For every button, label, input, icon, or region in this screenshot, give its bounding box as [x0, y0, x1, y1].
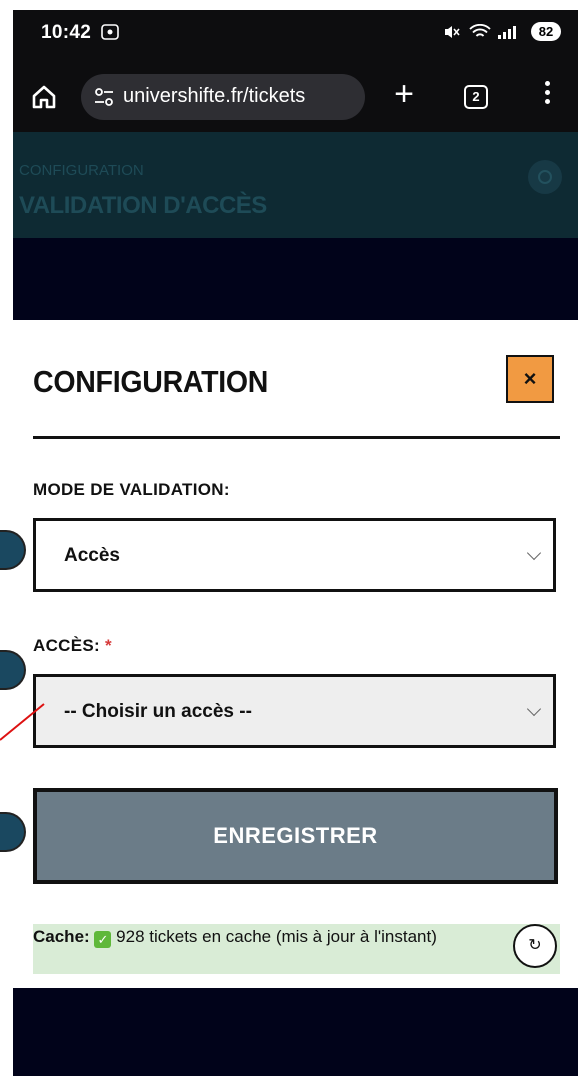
- modal-divider: [33, 436, 560, 439]
- chevron-down-icon: [526, 545, 542, 561]
- battery-indicator: 82: [531, 22, 561, 41]
- mode-label: MODE DE VALIDATION:: [33, 480, 230, 499]
- browser-menu-icon[interactable]: [543, 78, 551, 114]
- backdrop-overlay-bottom: [13, 988, 578, 1076]
- modal-title: CONFIGURATION: [33, 364, 269, 399]
- new-tab-icon[interactable]: +: [389, 77, 419, 111]
- cache-info: 928 tickets en cache (mis à jour à l'ins…: [116, 927, 437, 946]
- settings-icon[interactable]: [528, 160, 562, 194]
- phone-screen: 10:42 82 univershifte.fr/tickets + 2 CON…: [13, 10, 578, 1076]
- status-bar: 10:42 82: [13, 10, 578, 54]
- access-select[interactable]: -- Choisir un accès --: [33, 674, 556, 748]
- backdrop-overlay: [13, 238, 578, 320]
- browser-toolbar: univershifte.fr/tickets + 2: [13, 60, 578, 132]
- url-text[interactable]: univershifte.fr/tickets: [123, 85, 359, 108]
- close-button[interactable]: ×: [506, 355, 554, 403]
- address-bar[interactable]: univershifte.fr/tickets: [81, 74, 365, 120]
- screenshot-icon: [101, 24, 119, 43]
- save-button[interactable]: ENREGISTRER: [33, 788, 558, 884]
- tab-switcher-button[interactable]: 2: [464, 85, 488, 109]
- refresh-button[interactable]: ↻: [513, 924, 557, 968]
- annotation-pointer-line: [0, 703, 45, 741]
- configuration-modal: CONFIGURATION × MODE DE VALIDATION: Accè…: [13, 320, 578, 988]
- signal-icon: [497, 24, 519, 43]
- chevron-down-icon: [526, 701, 542, 717]
- site-settings-icon[interactable]: [93, 86, 115, 108]
- mode-select[interactable]: Accès: [33, 518, 556, 592]
- mode-select-value: Accès: [64, 545, 120, 566]
- page-header: CONFIGURATION VALIDATION D'ACCÈS: [13, 132, 578, 238]
- cache-status: Cache: ✓ 928 tickets en cache (mis à jou…: [33, 924, 560, 974]
- access-select-value: -- Choisir un accès --: [64, 701, 252, 722]
- required-marker: *: [105, 636, 112, 655]
- check-icon: ✓: [94, 931, 112, 948]
- cache-label: Cache:: [33, 927, 90, 946]
- cache-status-text: Cache: ✓ 928 tickets en cache (mis à jou…: [33, 926, 503, 948]
- wifi-icon: [469, 23, 491, 43]
- mute-icon: [443, 24, 461, 43]
